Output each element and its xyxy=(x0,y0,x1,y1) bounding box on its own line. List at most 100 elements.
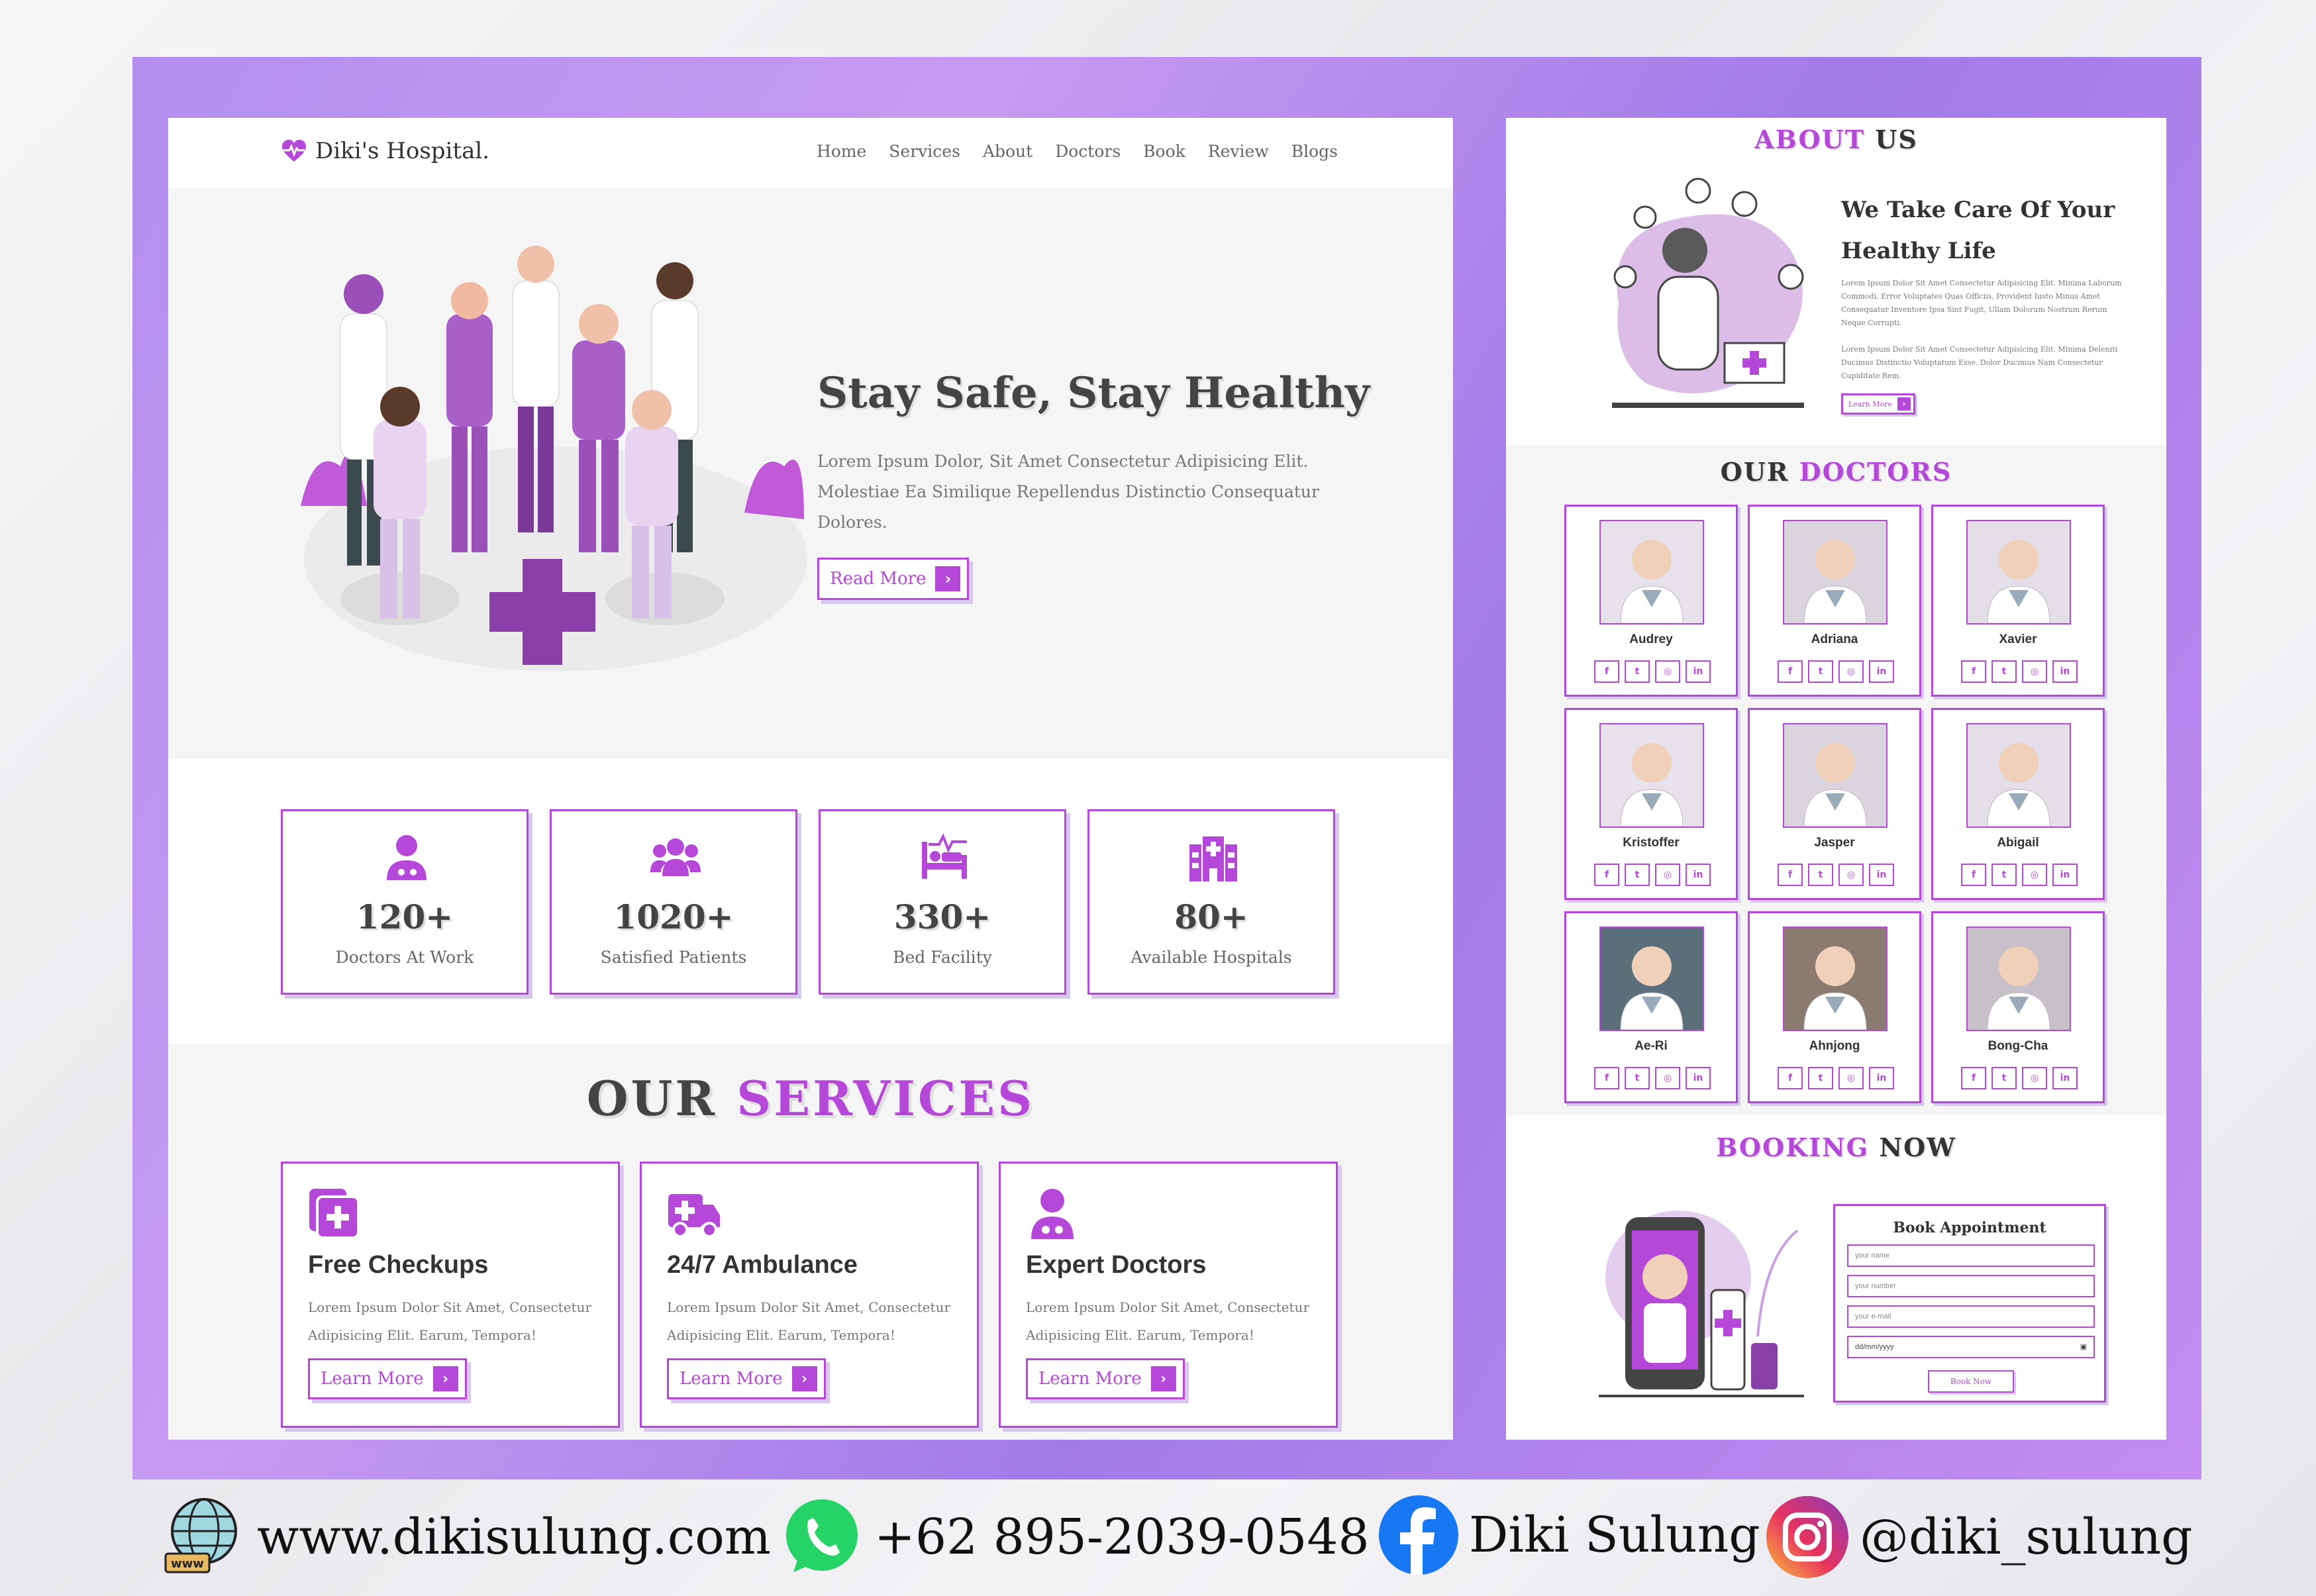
facebook-icon[interactable]: f xyxy=(1778,1067,1803,1089)
read-more-button[interactable]: Read More › xyxy=(817,558,970,600)
booking-title: BOOKING NOW xyxy=(1506,1132,2166,1162)
instagram-contact[interactable]: @diki_sulung xyxy=(1764,1494,2193,1580)
nav-menu: Home Services About Doctors Book Review … xyxy=(817,142,1338,161)
phone-contact[interactable]: +62 895-2039-0548 xyxy=(779,1494,1370,1580)
twitter-icon[interactable]: t xyxy=(1808,660,1833,683)
doctor-name: Abigail xyxy=(1997,836,2039,850)
learn-more-button[interactable]: Learn More › xyxy=(667,1358,826,1399)
learn-more-button[interactable]: Learn More › xyxy=(1026,1358,1185,1399)
linkedin-icon[interactable]: in xyxy=(1686,1067,1711,1089)
navbar: Diki's Hospital. Home Services About Doc… xyxy=(168,118,1453,188)
instagram-icon[interactable]: ◎ xyxy=(2022,1067,2047,1089)
instagram-icon[interactable]: ◎ xyxy=(1655,1067,1680,1089)
instagram-icon[interactable]: ◎ xyxy=(2022,864,2047,886)
stat-label: Available Hospitals xyxy=(1131,948,1292,967)
nav-services[interactable]: Services xyxy=(889,142,960,161)
doctor-photo xyxy=(1966,520,2071,624)
twitter-icon[interactable]: t xyxy=(1808,1067,1833,1089)
service-card-checkups: Free Checkups Lorem Ipsum Dolor Sit Amet… xyxy=(281,1162,620,1428)
doctor-name: Jasper xyxy=(1814,836,1855,850)
read-more-label: Read More xyxy=(830,569,927,589)
services-title-part1: OUR xyxy=(586,1070,718,1126)
logo-text: Diki's Hospital. xyxy=(315,138,490,164)
website-contact[interactable]: www www.dikisulung.com xyxy=(162,1494,771,1580)
phone-doctor-illustration xyxy=(1599,1211,1804,1397)
facebook-icon[interactable]: f xyxy=(1961,864,1986,886)
nav-home[interactable]: Home xyxy=(817,142,866,161)
doctors-title: OUR DOCTORS xyxy=(1506,457,2166,487)
doctor-card: Bong-Cha f t ◎ in xyxy=(1931,911,2105,1103)
nav-blogs[interactable]: Blogs xyxy=(1291,142,1338,161)
service-title: Free Checkups xyxy=(308,1251,489,1279)
doctor-photo xyxy=(1599,926,1704,1031)
linkedin-icon[interactable]: in xyxy=(1686,660,1711,683)
instagram-icon[interactable]: ◎ xyxy=(1655,660,1680,683)
facebook-icon[interactable]: f xyxy=(1961,660,1986,683)
calendar-icon[interactable]: ▣ xyxy=(2080,1337,2087,1357)
instagram-icon[interactable]: ◎ xyxy=(1838,660,1864,683)
linkedin-icon[interactable]: in xyxy=(2052,660,2078,683)
booking-form-title: Book Appointment xyxy=(1893,1219,2046,1236)
twitter-icon[interactable]: t xyxy=(1991,1067,2017,1089)
doctor-socials: f t ◎ in xyxy=(1778,660,1894,683)
twitter-icon[interactable]: t xyxy=(1991,660,2017,683)
hero-section: Stay Safe, Stay Healthy Lorem Ipsum Dolo… xyxy=(168,188,1453,759)
date-input[interactable]: dd/mm/yyyy ▣ xyxy=(1847,1336,2095,1358)
instagram-icon[interactable]: ◎ xyxy=(1838,864,1864,886)
doctor-name: Kristoffer xyxy=(1623,836,1680,850)
logo[interactable]: Diki's Hospital. xyxy=(281,138,489,164)
linkedin-icon[interactable]: in xyxy=(2052,1067,2078,1089)
twitter-icon[interactable]: t xyxy=(1808,864,1833,886)
twitter-icon[interactable]: t xyxy=(1991,864,2017,886)
name-input[interactable]: your name xyxy=(1847,1244,2095,1267)
facebook-icon[interactable]: f xyxy=(1778,864,1803,886)
nav-about[interactable]: About xyxy=(983,142,1032,161)
nav-book[interactable]: Book xyxy=(1143,142,1185,161)
stat-card-doctors: 120+ Doctors At Work xyxy=(281,809,529,995)
doctor-photo xyxy=(1783,520,1888,624)
learn-more-button[interactable]: Learn More › xyxy=(308,1358,467,1399)
doctor-card: Xavier f t ◎ in xyxy=(1931,505,2105,697)
date-placeholder: dd/mm/yyyy xyxy=(1855,1343,1894,1351)
instagram-icon[interactable]: ◎ xyxy=(1655,864,1680,886)
email-input[interactable]: your e-mail xyxy=(1847,1305,2095,1328)
twitter-icon[interactable]: t xyxy=(1625,660,1650,683)
instagram-icon[interactable]: ◎ xyxy=(1838,1067,1864,1089)
doctor-photo xyxy=(1783,926,1888,1031)
services-section: OUR SERVICES Free Checkups Lorem Ipsum D… xyxy=(168,1044,1453,1440)
twitter-icon[interactable]: t xyxy=(1625,864,1650,886)
linkedin-icon[interactable]: in xyxy=(1869,1067,1894,1089)
hero-description: Lorem Ipsum Dolor, Sit Amet Consectetur … xyxy=(817,452,1319,532)
ambulance-icon xyxy=(668,1194,720,1238)
service-description: Lorem Ipsum Dolor Sit Amet, Consectetur … xyxy=(667,1299,951,1343)
instagram-icon[interactable]: ◎ xyxy=(2022,660,2047,683)
service-card-experts: Expert Doctors Lorem Ipsum Dolor Sit Ame… xyxy=(999,1162,1338,1428)
facebook-contact[interactable]: Diki Sulung xyxy=(1378,1494,1760,1576)
facebook-icon[interactable]: f xyxy=(1594,864,1619,886)
notes-medical-icon xyxy=(309,1189,360,1239)
facebook-icon[interactable]: f xyxy=(1594,660,1619,683)
doctors-section: OUR DOCTORS Audrey f t ◎ in Adriana f t ◎ in Xavie… xyxy=(1506,445,2166,1115)
contact-footer: www www.dikisulung.com +62 895-2039-0548… xyxy=(0,1479,2316,1596)
number-input[interactable]: your number xyxy=(1847,1275,2095,1297)
doctor-socials: f t ◎ in xyxy=(1778,1067,1894,1089)
nav-review[interactable]: Review xyxy=(1208,142,1269,161)
doctor-photo xyxy=(1599,520,1704,624)
linkedin-icon[interactable]: in xyxy=(1869,660,1894,683)
book-now-button[interactable]: Book Now xyxy=(1928,1370,2014,1393)
doctors-title-part1: OUR xyxy=(1720,457,1789,487)
facebook-icon[interactable]: f xyxy=(1594,1067,1619,1089)
facebook-icon[interactable]: f xyxy=(1961,1067,1986,1089)
linkedin-icon[interactable]: in xyxy=(1686,864,1711,886)
doctor-name: Xavier xyxy=(1999,632,2037,646)
about-learn-more-button[interactable]: Learn More › xyxy=(1841,393,1915,415)
booking-title-part2: NOW xyxy=(1879,1132,1956,1162)
service-title: Expert Doctors xyxy=(1026,1251,1207,1279)
doctor-name: Audrey xyxy=(1629,632,1673,646)
twitter-icon[interactable]: t xyxy=(1625,1067,1650,1089)
linkedin-icon[interactable]: in xyxy=(1869,864,1894,886)
stat-number: 1020+ xyxy=(613,897,734,936)
nav-doctors[interactable]: Doctors xyxy=(1055,142,1121,161)
linkedin-icon[interactable]: in xyxy=(2052,864,2078,886)
facebook-icon[interactable]: f xyxy=(1778,660,1803,683)
